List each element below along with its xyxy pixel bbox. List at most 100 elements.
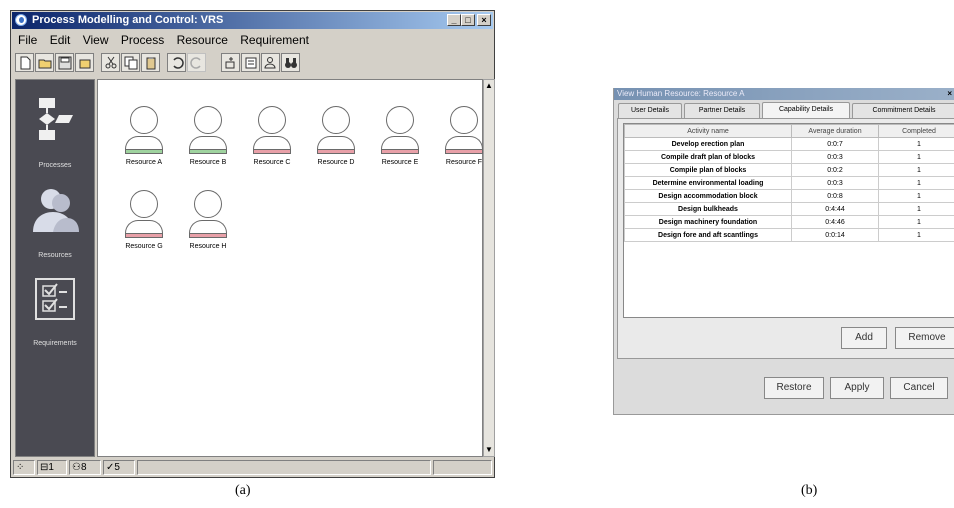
menu-bar: File Edit View Process Resource Requirem…	[13, 31, 492, 49]
completed-cell: 1	[878, 228, 954, 242]
requirement-count: 5	[114, 462, 120, 473]
open-button[interactable]	[35, 53, 54, 72]
resource-node[interactable]: Resource D	[306, 106, 366, 166]
process-count-cell: ⊟1	[37, 460, 67, 475]
maximize-button[interactable]: □	[461, 14, 475, 26]
completed-cell: 1	[878, 137, 954, 151]
activity-name-cell: Design accommodation block	[624, 189, 792, 203]
resource-node[interactable]: Resource E	[370, 106, 430, 166]
menu-edit[interactable]: Edit	[50, 33, 71, 47]
duration-cell: 0:0:3	[791, 176, 879, 190]
table-row[interactable]: Design accommodation block 0:0:8 1	[624, 189, 954, 203]
table-row[interactable]: Determine environmental loading 0:0:3 1	[624, 176, 954, 190]
resource-node[interactable]: Resource A	[114, 106, 174, 166]
resource-status-bar	[317, 149, 355, 154]
find-button[interactable]	[281, 53, 300, 72]
cut-button[interactable]	[101, 53, 120, 72]
resource-label: Resource A	[125, 159, 163, 166]
nav-processes-label: Processes	[38, 162, 72, 169]
resource-node[interactable]: Resource H	[178, 190, 238, 250]
add-process-icon	[225, 57, 235, 69]
tab-user-details[interactable]: User Details	[618, 103, 682, 118]
copy-button[interactable]	[121, 53, 140, 72]
dialog-title: View Human Resource: Resource A	[614, 88, 954, 100]
menu-resource[interactable]: Resource	[177, 33, 228, 47]
resource-body-icon	[125, 220, 163, 233]
add-person-icon	[264, 57, 276, 69]
new-file-button[interactable]	[15, 53, 34, 72]
minimize-button[interactable]: _	[447, 14, 461, 26]
close-button[interactable]: ×	[477, 14, 491, 26]
resource-status-bar	[253, 149, 291, 154]
scroll-up-icon[interactable]: ▲	[485, 81, 493, 91]
menu-requirement[interactable]: Requirement	[240, 33, 309, 47]
resource-node[interactable]: Resource B	[178, 106, 238, 166]
tab-commitment-details[interactable]: Commitment Details	[852, 103, 954, 118]
redo-button[interactable]	[187, 53, 206, 72]
remove-button[interactable]: Remove	[895, 327, 954, 349]
add-requirement-button[interactable]	[241, 53, 260, 72]
completed-cell: 1	[878, 150, 954, 164]
table-row[interactable]: Develop erection plan 0:0:7 1	[624, 137, 954, 151]
capability-panel: Activity name Average duration Completed…	[617, 118, 954, 359]
dialog-close-icon[interactable]: ×	[947, 89, 952, 98]
completed-cell: 1	[878, 163, 954, 177]
resource-body-icon	[445, 136, 483, 149]
tab-capability-details[interactable]: Capability Details	[762, 102, 850, 118]
drag-handle-icon: ⁘	[13, 460, 35, 475]
col-average-duration[interactable]: Average duration	[791, 124, 879, 138]
resource-status-bar	[445, 149, 483, 154]
navigation-pane: Processes Resources Requirements	[15, 79, 95, 457]
duration-cell: 0:0:14	[791, 228, 879, 242]
apply-button[interactable]: Apply	[830, 377, 884, 399]
activity-name-cell: Determine environmental loading	[624, 176, 792, 190]
resource-canvas[interactable]: Resource A Resource B Resource C Resource D…	[97, 79, 483, 457]
open-folder-icon	[38, 59, 52, 69]
resource-body-icon	[125, 136, 163, 149]
resource-node[interactable]: Resource C	[242, 106, 302, 166]
col-completed[interactable]: Completed	[878, 124, 954, 138]
duration-cell: 0:0:8	[791, 189, 879, 203]
duration-cell: 0:0:3	[791, 150, 879, 164]
col-activity-name[interactable]: Activity name	[624, 124, 792, 138]
add-button[interactable]: Add	[841, 327, 887, 349]
activity-name-cell: Compile draft plan of blocks	[624, 150, 792, 164]
table-row[interactable]: Design fore and aft scantlings 0:0:14 1	[624, 228, 954, 242]
resource-status-bar	[189, 149, 227, 154]
resource-head-icon	[194, 190, 222, 218]
redo-icon	[190, 57, 201, 69]
vertical-scrollbar[interactable]: ▲ ▼	[483, 79, 495, 457]
scroll-down-icon[interactable]: ▼	[485, 445, 493, 455]
binoculars-icon	[285, 58, 297, 68]
table-row[interactable]: Design bulkheads 0:4:44 1	[624, 202, 954, 216]
cancel-button[interactable]: Cancel	[890, 377, 948, 399]
table-row[interactable]: Design machinery foundation 0:4:46 1	[624, 215, 954, 229]
menu-process[interactable]: Process	[121, 33, 164, 47]
resource-count: 8	[80, 462, 87, 473]
undo-button[interactable]	[167, 53, 186, 72]
table-row[interactable]: Compile draft plan of blocks 0:0:3 1	[624, 150, 954, 164]
nav-resources-label: Resources	[38, 252, 72, 259]
title-bar[interactable]: Process Modelling and Control: VRS _ □ ×	[12, 12, 493, 29]
tab-partner-details[interactable]: Partner Details	[684, 103, 760, 118]
activity-name-cell: Compile plan of blocks	[624, 163, 792, 177]
activity-table[interactable]: Activity name Average duration Completed…	[623, 123, 954, 318]
close-file-button[interactable]	[75, 53, 94, 72]
paste-button[interactable]	[141, 53, 160, 72]
resource-status-bar	[381, 149, 419, 154]
requirement-count-cell: ✓5	[103, 460, 135, 475]
menu-file[interactable]: File	[18, 33, 37, 47]
table-row[interactable]: Compile plan of blocks 0:0:2 1	[624, 163, 954, 177]
scissors-icon	[105, 56, 117, 69]
resource-body-icon	[317, 136, 355, 149]
restore-button[interactable]: Restore	[764, 377, 824, 399]
resource-node[interactable]: Resource G	[114, 190, 174, 250]
window-title: Process Modelling and Control: VRS	[32, 14, 224, 26]
save-button[interactable]	[55, 53, 74, 72]
add-resource-button[interactable]	[261, 53, 280, 72]
add-process-button[interactable]	[221, 53, 240, 72]
toolbar	[13, 51, 492, 75]
completed-cell: 1	[878, 202, 954, 216]
menu-view[interactable]: View	[83, 33, 109, 47]
resource-count-cell: ⚇8	[69, 460, 101, 475]
